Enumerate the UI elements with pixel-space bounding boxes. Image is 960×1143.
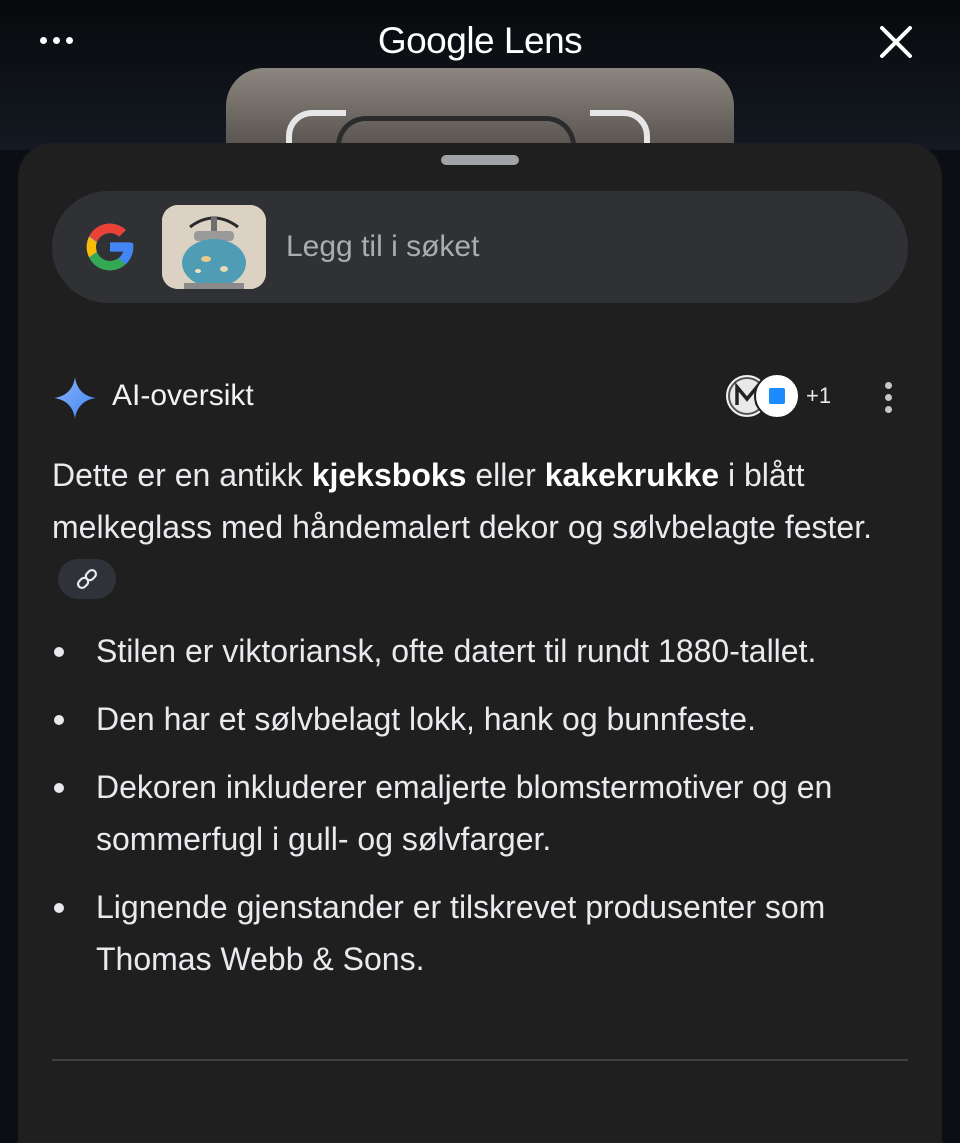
top-bar: Google Lens (0, 0, 960, 188)
source-link-chip[interactable] (58, 558, 116, 599)
ai-overview-title: AI-oversikt (112, 379, 254, 412)
more-vertical-icon[interactable] (872, 377, 904, 421)
list-item: Stilen er viktoriansk, ofte datert til r… (48, 625, 918, 677)
ai-summary: Dette er en antikk kjeksboks eller kakek… (52, 449, 902, 605)
summary-bold-term: kakekrukke (544, 457, 720, 493)
list-item: Lignende gjenstander er tilskrevet produ… (48, 881, 918, 985)
sheet-drag-handle[interactable] (441, 155, 519, 165)
list-item: Den har et sølvbelagt lokk, hank og bunn… (48, 693, 918, 745)
search-bar[interactable] (52, 191, 908, 303)
bullet-icon (54, 903, 64, 913)
list-item-text: Stilen er viktoriansk, ofte datert til r… (96, 633, 817, 669)
summary-bold-term: kjeksboks (311, 457, 467, 493)
summary-text: Dette er en antikk (52, 457, 312, 493)
sparkle-icon (54, 377, 96, 419)
results-sheet: AI-oversikt +1 Dette er en antikk kjeksb… (18, 143, 942, 1143)
bullet-icon (54, 783, 64, 793)
source-icons[interactable]: +1 (724, 373, 834, 421)
bullet-icon (54, 715, 64, 725)
list-item-text: Den har et sølvbelagt lokk, hank og bunn… (96, 701, 756, 737)
ai-overview-header: AI-oversikt +1 (52, 369, 912, 429)
search-input[interactable] (286, 221, 866, 273)
list-item-text: Lignende gjenstander er tilskrevet produ… (96, 889, 826, 977)
blue-square-icon (769, 388, 785, 404)
source-count: +1 (806, 383, 832, 408)
app-title: Google Lens (377, 20, 583, 61)
ai-bullet-list: Stilen er viktoriansk, ofte datert til r… (48, 625, 918, 1001)
close-icon[interactable] (872, 18, 920, 66)
google-g-icon (86, 223, 134, 271)
list-item: Dekoren inkluderer emaljerte blomstermot… (48, 761, 918, 865)
bullet-icon (54, 647, 64, 657)
source-favicon-blue[interactable] (754, 373, 800, 419)
list-item-text: Dekoren inkluderer emaljerte blomstermot… (96, 769, 833, 857)
divider (52, 1059, 908, 1061)
query-image-thumbnail[interactable] (162, 205, 266, 289)
link-icon (76, 568, 98, 589)
summary-text: eller (466, 457, 545, 493)
jar-thumbnail-icon (162, 205, 266, 289)
